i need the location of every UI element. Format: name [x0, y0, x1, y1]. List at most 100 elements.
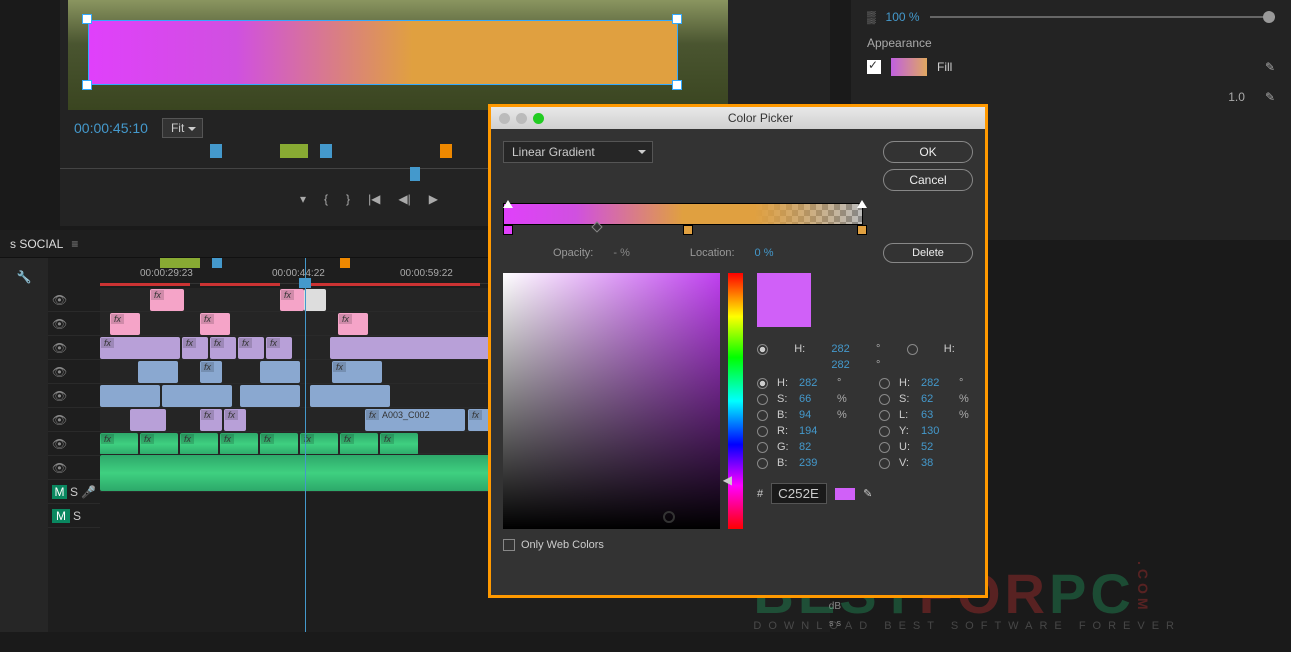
opacity-slider[interactable] — [930, 16, 1275, 18]
eye-icon[interactable]: 👁 — [52, 317, 66, 331]
zoom-fit-dropdown[interactable]: Fit — [162, 118, 203, 138]
zoom-traffic-icon[interactable] — [533, 113, 544, 124]
eyedropper-icon[interactable]: ✎ — [863, 487, 872, 500]
clip[interactable] — [304, 289, 326, 311]
solo-button[interactable]: S — [70, 485, 78, 499]
l-radio[interactable] — [879, 410, 890, 421]
ok-button[interactable]: OK — [883, 141, 973, 163]
y-radio[interactable] — [879, 426, 890, 437]
audio-clip[interactable]: fx — [220, 433, 258, 455]
preview-canvas[interactable] — [68, 0, 728, 110]
s-radio[interactable] — [757, 394, 768, 405]
selection-handle[interactable] — [82, 80, 92, 90]
marker-icon[interactable] — [280, 144, 308, 158]
r-value[interactable]: 194 — [799, 425, 831, 437]
clip[interactable]: fx A003_C002 — [365, 409, 465, 431]
out-point-icon[interactable]: } — [346, 192, 350, 206]
hue-radio[interactable] — [757, 344, 768, 355]
mute-button[interactable]: M — [52, 485, 67, 499]
solo-button[interactable]: S — [73, 509, 81, 523]
r-radio[interactable] — [757, 426, 768, 437]
clip[interactable] — [330, 337, 490, 359]
location-value[interactable]: 0 % — [755, 247, 774, 259]
clip[interactable]: fx — [280, 289, 304, 311]
clip[interactable]: fx — [266, 337, 292, 359]
v-value[interactable]: 38 — [921, 457, 953, 469]
title-gradient-shape[interactable] — [88, 20, 678, 85]
clip[interactable]: fx — [182, 337, 208, 359]
opacity-value[interactable]: 100 % — [886, 10, 920, 24]
eye-icon[interactable]: 👁 — [52, 365, 66, 379]
b-value[interactable]: 94 — [799, 409, 831, 421]
s2-value[interactable]: 62 — [921, 393, 953, 405]
h-radio[interactable] — [757, 378, 768, 389]
fill-swatch[interactable] — [891, 58, 927, 76]
l-value[interactable]: 63 — [921, 409, 953, 421]
eye-icon[interactable]: 👁 — [52, 413, 66, 427]
track-header[interactable]: 👁 — [48, 288, 100, 312]
playhead[interactable] — [305, 258, 306, 632]
clip[interactable]: fx — [150, 289, 184, 311]
eye-icon[interactable]: 👁 — [52, 293, 66, 307]
color-stop[interactable] — [683, 225, 693, 235]
mic-icon[interactable]: 🎤 — [81, 485, 96, 499]
hex-input[interactable] — [771, 483, 827, 504]
in-point-icon[interactable]: { — [324, 192, 328, 206]
gradient-preview-bar[interactable] — [503, 203, 863, 225]
s2-radio[interactable] — [879, 394, 890, 405]
audio-clip[interactable]: fx — [260, 433, 298, 455]
close-traffic-icon[interactable] — [499, 113, 510, 124]
h2-radio[interactable] — [879, 378, 890, 389]
h2-value[interactable]: 282 — [921, 377, 953, 389]
audio-clip[interactable]: fx — [180, 433, 218, 455]
minimize-traffic-icon[interactable] — [516, 113, 527, 124]
marker-icon[interactable] — [320, 144, 332, 158]
cancel-button[interactable]: Cancel — [883, 169, 973, 191]
clip[interactable] — [130, 409, 166, 431]
bb-radio[interactable] — [757, 458, 768, 469]
track-header[interactable]: 👁 — [48, 312, 100, 336]
step-back-icon[interactable]: ◀| — [398, 192, 410, 206]
eye-icon[interactable]: 👁 — [52, 437, 66, 451]
selection-handle[interactable] — [672, 80, 682, 90]
b-radio[interactable] — [757, 410, 768, 421]
clip[interactable]: fx — [210, 337, 236, 359]
hue2-radio[interactable] — [907, 344, 918, 355]
h-value[interactable]: 282 — [831, 343, 868, 355]
track-header[interactable]: 👁 — [48, 456, 100, 480]
delete-stop-button[interactable]: Delete — [883, 243, 973, 263]
v-radio[interactable] — [879, 458, 890, 469]
track-header[interactable]: 👁 — [48, 360, 100, 384]
dialog-titlebar[interactable]: Color Picker — [491, 107, 985, 129]
hue-slider[interactable]: ◀ — [728, 273, 743, 529]
track-header[interactable]: 👁 — [48, 432, 100, 456]
clip[interactable]: fx — [110, 313, 140, 335]
audio-track-header[interactable]: MS🎤 — [48, 480, 100, 504]
color-stop[interactable] — [857, 225, 867, 235]
mute-button[interactable]: M — [52, 509, 70, 523]
audio-clip[interactable]: fx — [340, 433, 378, 455]
track-header[interactable]: 👁 — [48, 408, 100, 432]
clip[interactable]: fx — [200, 361, 222, 383]
preview-timecode[interactable]: 00:00:45:10 — [74, 120, 148, 136]
audio-clip[interactable]: fx — [100, 433, 138, 455]
u-radio[interactable] — [879, 442, 890, 453]
color-field-cursor[interactable] — [663, 511, 675, 523]
panel-menu-icon[interactable]: ≡ — [71, 237, 78, 251]
clip[interactable]: fx — [200, 409, 222, 431]
gradient-type-dropdown[interactable]: Linear Gradient — [503, 141, 653, 163]
wrench-icon[interactable]: 🔧 — [17, 270, 32, 284]
hue-pointer-icon[interactable]: ◀ — [723, 473, 728, 478]
audio-clip[interactable]: fx — [380, 433, 418, 455]
clip[interactable]: fx — [224, 409, 246, 431]
clip[interactable]: fx — [332, 361, 382, 383]
stroke-width-value[interactable]: 1.0 — [1228, 90, 1245, 104]
marker-icon[interactable] — [340, 258, 350, 268]
marker-icon[interactable] — [212, 258, 222, 268]
eye-icon[interactable]: 👁 — [52, 389, 66, 403]
y-value[interactable]: 130 — [921, 425, 953, 437]
eyedropper-icon[interactable]: ✎ — [1265, 60, 1275, 74]
audio-track-header[interactable]: MS — [48, 504, 100, 528]
track-header[interactable]: 👁 — [48, 336, 100, 360]
s-value[interactable]: 66 — [799, 393, 831, 405]
